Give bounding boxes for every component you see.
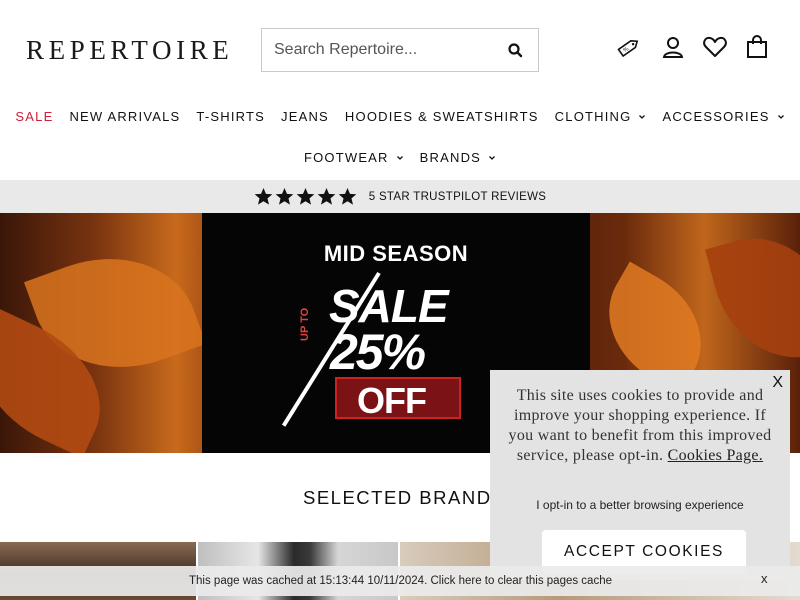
hero-title: MID SEASON <box>323 241 469 266</box>
site-logo[interactable]: REPERTOIRE <box>26 35 233 66</box>
cache-close-button[interactable]: x <box>761 571 768 586</box>
star-icon <box>338 187 357 205</box>
hero-percent-text: 25% <box>330 324 426 380</box>
star-rating <box>254 187 357 206</box>
nav-item-footwear[interactable]: FOOTWEAR <box>304 150 404 165</box>
nav-label: ACCESSORIES <box>662 109 770 124</box>
nav-label: BRANDS <box>419 150 482 165</box>
nav-item-jeans[interactable]: JEANS <box>281 109 329 124</box>
search-box <box>261 28 539 72</box>
nav-item-hoodies-sweatshirts[interactable]: HOODIES & SWEATSHIRTS <box>345 109 539 124</box>
nav-label: FOOTWEAR <box>303 150 389 165</box>
autumn-leaf-image <box>705 220 800 376</box>
main-nav-row-1: SALE NEW ARRIVALS T-SHIRTS JEANS HOODIES… <box>0 109 800 124</box>
header-icons: % <box>616 34 776 62</box>
account-icon[interactable] <box>660 34 686 60</box>
bag-icon[interactable] <box>744 34 770 60</box>
nav-item-t-shirts[interactable]: T-SHIRTS <box>196 109 265 124</box>
section-title: SELECTED BRANDS <box>303 487 506 508</box>
cache-notice-bar: This page was cached at 15:13:44 10/11/2… <box>0 566 800 596</box>
star-icon <box>317 187 336 205</box>
svg-text:%: % <box>622 46 630 54</box>
main-nav-row-2: FOOTWEAR BRANDS <box>0 150 800 165</box>
chevron-down-icon <box>489 155 496 160</box>
cookie-optin-link[interactable]: I opt-in to a better browsing experience <box>490 498 790 512</box>
nav-item-sale[interactable]: SALE <box>15 109 53 124</box>
hero-off-text: OFF <box>357 380 427 421</box>
nav-item-brands[interactable]: BRANDS <box>420 150 496 165</box>
star-icon <box>296 187 315 205</box>
nav-label: NEW ARRIVALS <box>69 109 181 124</box>
star-icon <box>275 187 294 205</box>
cookies-page-link[interactable]: Cookies Page. <box>668 447 763 464</box>
cookie-consent-popup: X This site uses cookies to provide and … <box>490 370 790 580</box>
nav-item-clothing[interactable]: CLOTHING <box>555 109 647 124</box>
search-input[interactable] <box>262 29 502 71</box>
chevron-down-icon <box>639 114 646 119</box>
trustpilot-text: 5 STAR TRUSTPILOT REVIEWS <box>368 190 547 203</box>
search-icon[interactable] <box>506 41 524 59</box>
nav-label: SALE <box>15 109 54 124</box>
nav-label: T-SHIRTS <box>196 109 266 124</box>
chevron-down-icon <box>396 155 403 160</box>
star-icon <box>254 187 273 205</box>
cache-notice-link[interactable]: This page was cached at 15:13:44 10/11/2… <box>189 575 612 587</box>
nav-item-new-arrivals[interactable]: NEW ARRIVALS <box>69 109 180 124</box>
chevron-down-icon <box>777 114 784 119</box>
hero-off-box: OFF <box>335 377 461 421</box>
discount-tag-icon[interactable]: % <box>616 34 642 60</box>
nav-label: HOODIES & SWEATSHIRTS <box>344 109 539 124</box>
cookie-message: This site uses cookies to provide and im… <box>500 386 780 466</box>
nav-label: CLOTHING <box>554 109 632 124</box>
wishlist-heart-icon[interactable] <box>702 34 728 60</box>
hero-up-to-text: UP TO <box>299 307 311 341</box>
trustpilot-bar[interactable]: 5 STAR TRUSTPILOT REVIEWS <box>0 180 800 213</box>
nav-item-accessories[interactable]: ACCESSORIES <box>662 109 784 124</box>
nav-label: JEANS <box>281 109 329 124</box>
